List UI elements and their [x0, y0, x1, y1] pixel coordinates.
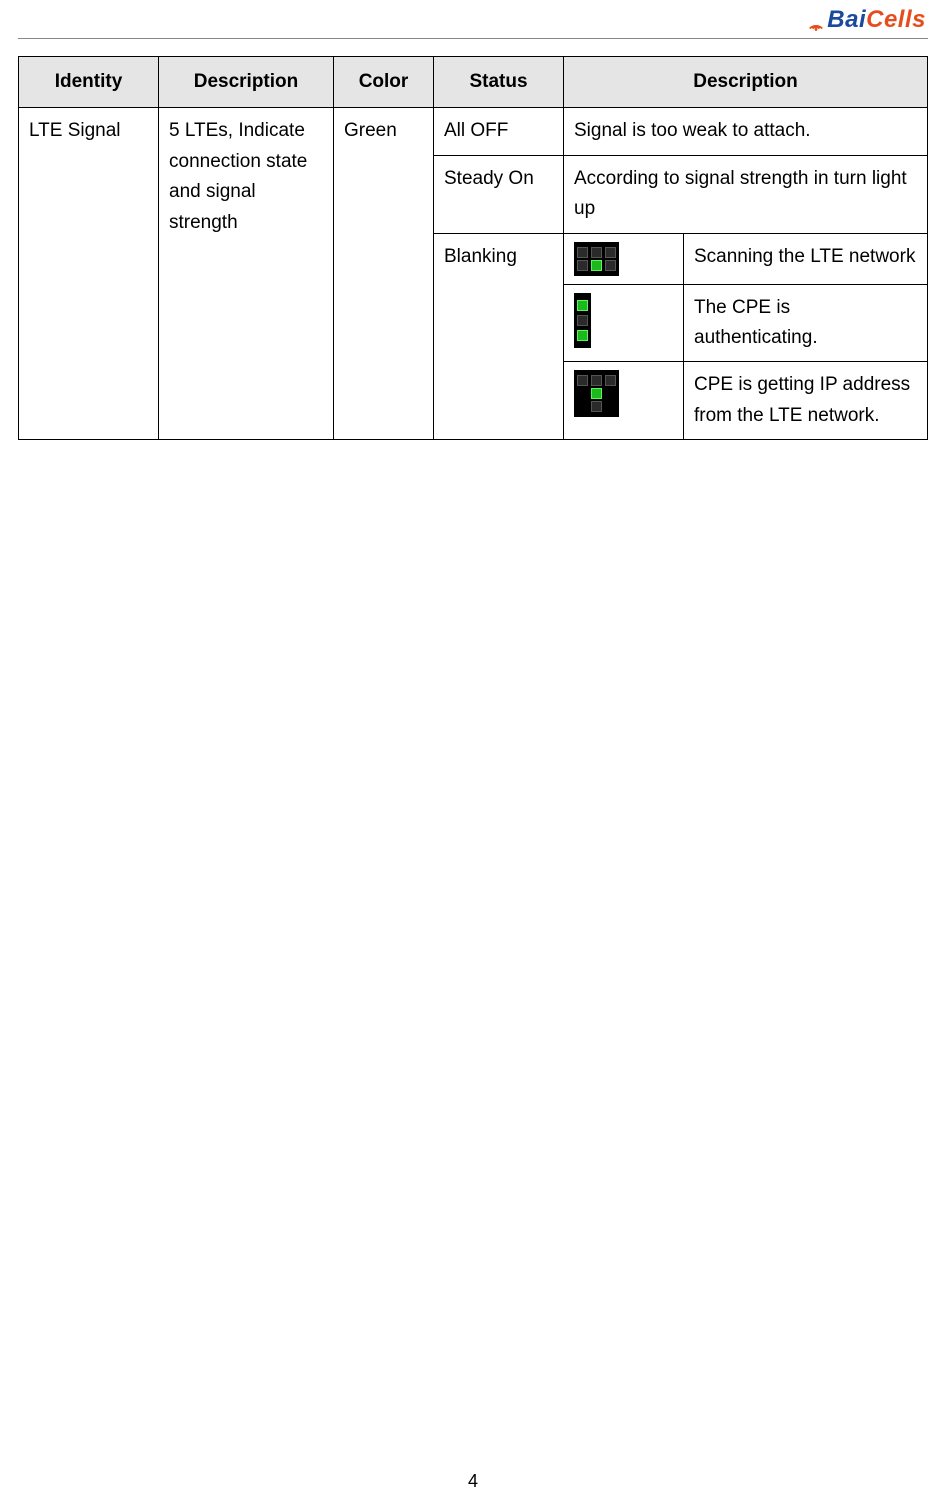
- cell-desc-steadyon: According to signal strength in turn lig…: [564, 155, 928, 233]
- cell-status-steadyon: Steady On: [434, 155, 564, 233]
- cell-icon-scan: [564, 233, 684, 284]
- table-header-row: Identity Description Color Status Descri…: [19, 57, 928, 108]
- th-status: Status: [434, 57, 564, 108]
- th-identity: Identity: [19, 57, 159, 108]
- cell-status-alloff: All OFF: [434, 108, 564, 155]
- led-status-table: Identity Description Color Status Descri…: [18, 56, 928, 440]
- table-row: LTE Signal 5 LTEs, Indicate connection s…: [19, 108, 928, 155]
- th-description1: Description: [159, 57, 334, 108]
- cell-icon-auth: [564, 284, 684, 362]
- wifi-arc-icon: [807, 12, 825, 30]
- cell-identity: LTE Signal: [19, 108, 159, 440]
- cell-color: Green: [334, 108, 434, 440]
- led-indicator-auth-icon: [574, 293, 591, 348]
- cell-desc-ip: CPE is getting IP address from the LTE n…: [684, 362, 928, 440]
- cell-status-blanking: Blanking: [434, 233, 564, 440]
- th-color: Color: [334, 57, 434, 108]
- page-number: 4: [0, 1471, 946, 1492]
- led-indicator-scan-icon: [574, 242, 619, 276]
- cell-icon-ip: [564, 362, 684, 440]
- th-description2: Description: [564, 57, 928, 108]
- cell-desc-alloff: Signal is too weak to attach.: [564, 108, 928, 155]
- cell-desc-auth: The CPE is authenticating.: [684, 284, 928, 362]
- cell-desc-scan: Scanning the LTE network: [684, 233, 928, 284]
- logo-text-bai: Bai: [827, 6, 866, 33]
- cell-desc1: 5 LTEs, Indicate connection state and si…: [159, 108, 334, 440]
- header-divider: [18, 38, 928, 39]
- document-page: BaiCells Identity Description Color Stat…: [0, 0, 946, 1512]
- led-indicator-ip-icon: [574, 370, 619, 417]
- logo-text-cells: Cells: [866, 6, 926, 33]
- brand-logo: BaiCells: [807, 6, 926, 34]
